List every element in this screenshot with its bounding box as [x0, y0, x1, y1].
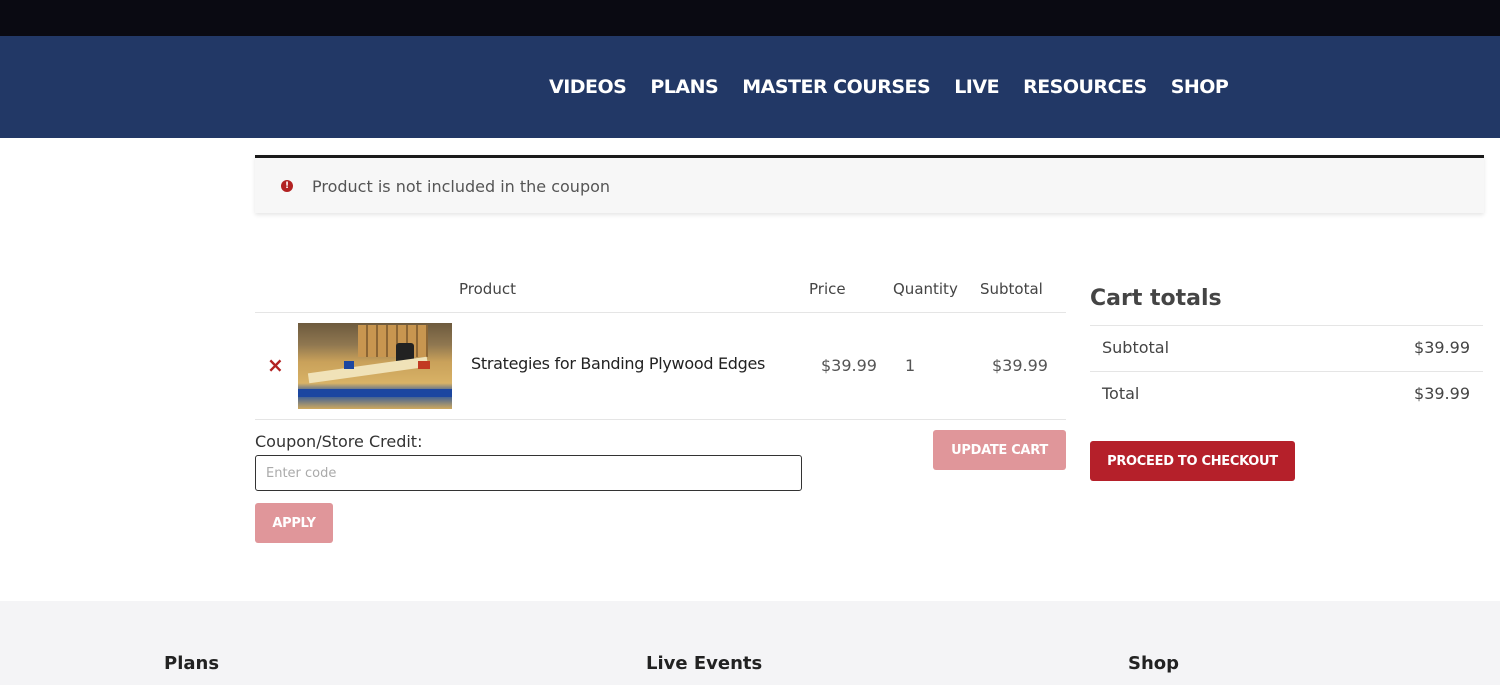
totals-divider [1090, 371, 1483, 372]
product-name-link[interactable]: Strategies for Banding Plywood Edges [471, 354, 765, 373]
cart-totals-title: Cart totals [1090, 286, 1222, 311]
nav-menu: VIDEOS PLANS MASTER COURSES LIVE RESOURC… [549, 36, 1252, 138]
row-divider [255, 419, 1066, 420]
proceed-to-checkout-button[interactable]: PROCEED TO CHECKOUT [1090, 441, 1295, 481]
product-thumbnail[interactable] [298, 323, 452, 409]
apply-coupon-button[interactable]: APPLY [255, 503, 333, 543]
header-product: Product [459, 280, 516, 298]
nav-item-live[interactable]: LIVE [954, 76, 999, 98]
total-label: Total [1102, 384, 1140, 403]
notice-message: Product is not included in the coupon [312, 177, 611, 196]
header-price: Price [809, 280, 846, 298]
error-icon: ! [281, 180, 293, 192]
footer: Plans Live Events Shop [0, 601, 1500, 685]
header-subtotal: Subtotal [980, 280, 1043, 298]
nav-item-master-courses[interactable]: MASTER COURSES [742, 76, 930, 98]
footer-heading-shop[interactable]: Shop [1128, 653, 1179, 674]
coupon-label: Coupon/Store Credit: [255, 432, 423, 451]
nav-item-plans[interactable]: PLANS [650, 76, 718, 98]
header-divider [255, 312, 1066, 313]
coupon-code-input[interactable] [255, 455, 802, 491]
top-bar [0, 0, 1500, 36]
header-quantity: Quantity [893, 280, 958, 298]
footer-heading-live-events[interactable]: Live Events [646, 653, 762, 674]
nav-item-shop[interactable]: SHOP [1171, 76, 1229, 98]
main-navigation: VIDEOS PLANS MASTER COURSES LIVE RESOURC… [0, 36, 1500, 138]
subtotal-label: Subtotal [1102, 338, 1170, 357]
coupon-error-notice: ! Product is not included in the coupon [255, 155, 1484, 213]
update-cart-button[interactable]: UPDATE CART [933, 430, 1066, 470]
totals-divider [1090, 325, 1483, 326]
nav-item-resources[interactable]: RESOURCES [1023, 76, 1147, 98]
footer-heading-plans[interactable]: Plans [164, 653, 219, 674]
total-value: $39.99 [1414, 384, 1470, 403]
remove-item-icon[interactable]: × [267, 353, 284, 377]
nav-item-videos[interactable]: VIDEOS [549, 76, 627, 98]
subtotal-value: $39.99 [1414, 338, 1470, 357]
product-subtotal: $39.99 [992, 356, 1048, 375]
product-price: $39.99 [821, 356, 877, 375]
product-quantity: 1 [905, 356, 916, 375]
